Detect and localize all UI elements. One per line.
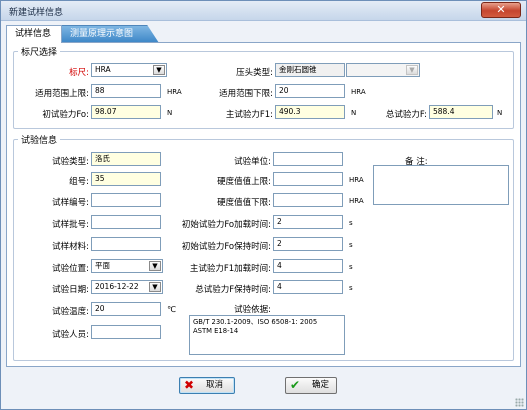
- f1-load-time-input[interactable]: 4: [273, 259, 343, 273]
- hardness-lower-unit: HRA: [349, 197, 364, 205]
- fo-hold-time-unit: s: [349, 241, 353, 249]
- test-group-legend: 试验信息: [21, 136, 58, 146]
- total-force-field: 588.4: [429, 105, 493, 119]
- initial-force-unit: N: [167, 109, 173, 117]
- chevron-down-icon[interactable]: ▼: [149, 282, 161, 292]
- hardness-upper-label: 硬度值值上限:: [217, 177, 271, 187]
- test-date-picker[interactable]: 2016-12-22 ▼: [91, 280, 163, 294]
- close-button[interactable]: ✕: [481, 2, 521, 18]
- range-lower-input[interactable]: 20: [275, 84, 345, 98]
- title-bar[interactable]: 新建试样信息 ✕: [1, 1, 526, 21]
- ok-button-label: 确定: [312, 380, 330, 390]
- initial-force-field: 98.07: [91, 105, 161, 119]
- batch-no-label: 试样批号:: [52, 220, 89, 230]
- test-basis-textarea[interactable]: GB/T 230.1-2009、ISO 6508-1: 2005 ASTM E1…: [189, 315, 345, 355]
- fo-load-time-input[interactable]: 2: [273, 215, 343, 229]
- test-date-value: 2016-12-22: [95, 282, 139, 291]
- operator-input[interactable]: [91, 325, 161, 339]
- main-force-field: 490.3: [275, 105, 345, 119]
- scale-label: 标尺:: [69, 68, 89, 78]
- material-input[interactable]: [91, 237, 161, 251]
- range-lower-unit: HRA: [351, 88, 366, 96]
- test-unit-input[interactable]: [273, 152, 343, 166]
- fo-hold-time-input[interactable]: 2: [273, 237, 343, 251]
- test-type-label: 试验类型:: [52, 157, 89, 167]
- batch-no-input[interactable]: [91, 215, 161, 229]
- indenter-type-select: ▼: [346, 63, 420, 77]
- range-upper-label: 适用范围上限:: [35, 89, 89, 99]
- tab-measurement-diagram[interactable]: 测量原理示意图: [61, 25, 159, 43]
- temperature-label: 试验温度:: [52, 307, 89, 317]
- group-no-input[interactable]: 35: [91, 172, 161, 186]
- f-hold-time-unit: s: [349, 284, 353, 292]
- main-force-unit: N: [351, 109, 357, 117]
- indenter-type-field: 金刚石圆锥: [275, 63, 345, 77]
- chevron-down-icon[interactable]: ▼: [153, 65, 165, 75]
- f1-load-time-label: 主试验力F1加载时间:: [189, 264, 271, 274]
- tab-sample-info[interactable]: 试样信息: [6, 25, 62, 43]
- resize-grip-icon[interactable]: [515, 398, 524, 407]
- fo-load-time-unit: s: [349, 219, 353, 227]
- position-label: 试验位置:: [52, 264, 89, 274]
- cancel-icon: ✖: [184, 378, 195, 392]
- chevron-down-icon: ▼: [406, 65, 418, 75]
- sample-no-input[interactable]: [91, 193, 161, 207]
- fo-hold-time-label: 初始试验力Fo保持时间:: [181, 242, 271, 252]
- hardness-upper-unit: HRA: [349, 176, 364, 184]
- position-select-value: 平面: [95, 261, 110, 270]
- hardness-upper-input[interactable]: [273, 172, 343, 186]
- chevron-down-icon[interactable]: ▼: [149, 261, 161, 271]
- dialog-window: 新建试样信息 ✕ 试样信息 测量原理示意图 标尺选择 标尺: HRA ▼ 压头类…: [0, 0, 527, 410]
- test-type-field: 洛氏: [91, 152, 161, 166]
- scale-select[interactable]: HRA ▼: [91, 63, 167, 77]
- group-no-label: 组号:: [69, 177, 89, 187]
- ok-button[interactable]: ✔ 确定: [285, 377, 337, 394]
- hardness-lower-input[interactable]: [273, 193, 343, 207]
- remarks-textarea[interactable]: [373, 165, 509, 205]
- f1-load-time-unit: s: [349, 263, 353, 271]
- operator-label: 试验人员:: [52, 330, 89, 340]
- sample-no-label: 试样编号:: [52, 198, 89, 208]
- temperature-input[interactable]: 20: [91, 302, 161, 316]
- position-select[interactable]: 平面 ▼: [91, 259, 163, 273]
- hardness-lower-label: 硬度值值下限:: [217, 198, 271, 208]
- window-title: 新建试样信息: [9, 8, 64, 18]
- scale-select-value: HRA: [95, 65, 111, 74]
- cancel-button-label: 取消: [206, 380, 224, 390]
- material-label: 试样材料:: [52, 242, 89, 252]
- close-icon: ✕: [496, 3, 506, 16]
- fo-load-time-label: 初始试验力Fo加载时间:: [181, 220, 271, 230]
- range-upper-input[interactable]: 88: [91, 84, 161, 98]
- temperature-unit: ℃: [167, 305, 176, 314]
- total-force-unit: N: [497, 109, 503, 117]
- test-basis-label: 试验依据:: [234, 305, 271, 315]
- range-lower-label: 适用范围下限:: [219, 89, 273, 99]
- f-hold-time-input[interactable]: 4: [273, 280, 343, 294]
- f-hold-time-label: 总试验力F保持时间:: [195, 285, 271, 295]
- check-icon: ✔: [290, 378, 301, 392]
- total-force-label: 总试验力F:: [385, 110, 427, 120]
- ruler-group-legend: 标尺选择: [21, 48, 58, 58]
- test-unit-label: 试验单位:: [234, 157, 271, 167]
- cancel-button[interactable]: ✖ 取消: [179, 377, 235, 394]
- tab-panel: 标尺选择 标尺: HRA ▼ 压头类型: 金刚石圆锥 ▼ 适用范围上限: 88 …: [6, 42, 521, 367]
- range-upper-unit: HRA: [167, 88, 182, 96]
- test-date-label: 试验日期:: [52, 285, 89, 295]
- initial-force-label: 初试验力Fo:: [42, 110, 89, 120]
- indenter-type-label: 压头类型:: [236, 68, 273, 78]
- main-force-label: 主试验力F1:: [225, 110, 273, 120]
